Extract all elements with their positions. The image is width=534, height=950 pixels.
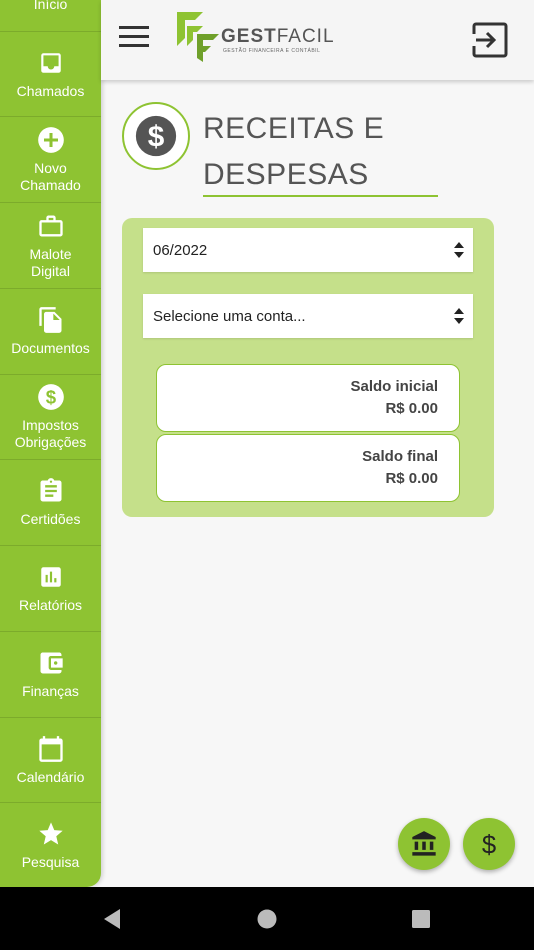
sidebar-item-malote-digital[interactable]: Malote Digital [0, 203, 101, 289]
star-icon [37, 820, 65, 848]
sidebar-item-label: Novo Chamado [20, 159, 81, 193]
system-nav-bar [0, 887, 534, 950]
sidebar-item-novo-chamado[interactable]: Novo Chamado [0, 117, 101, 203]
back-icon[interactable] [102, 908, 122, 930]
sidebar-item-certidoes[interactable]: Certidões [0, 460, 101, 546]
sidebar-item-documentos[interactable]: Documentos [0, 289, 101, 375]
bar-chart-icon [37, 563, 65, 591]
app-header: GESTFACIL GESTÃO FINANCEIRA E CONTÁBIL [101, 0, 534, 80]
logo-text: GESTFACIL [221, 26, 335, 47]
menu-icon[interactable] [119, 26, 149, 48]
sidebar-item-label: Início [33, 0, 68, 12]
sidebar-item-financas[interactable]: Finanças [0, 632, 101, 718]
final-balance-value: R$ 0.00 [385, 470, 438, 487]
sidebar-item-label: Documentos [11, 340, 90, 356]
page-title: RECEITAS E DESPESAS [203, 112, 385, 191]
sidebar-item-label: Chamados [16, 82, 85, 99]
sidebar-item-relatorios[interactable]: Relatórios [0, 546, 101, 632]
bank-icon [412, 831, 436, 856]
logo-tagline: GESTÃO FINANCEIRA E CONTÁBIL [223, 48, 321, 54]
sidebar-item-label: Certidões [20, 511, 81, 527]
svg-text:$: $ [148, 121, 165, 154]
sidebar-item-label: Relatórios [18, 597, 83, 613]
title-underline [203, 195, 438, 197]
app-root: Início Chamados Novo Chamado Malote Digi… [0, 0, 534, 950]
documents-icon [37, 306, 65, 334]
sidebar-item-label: Malote Digital [29, 245, 72, 279]
initial-balance-label: Saldo inicial [350, 378, 438, 395]
initial-balance-box: Saldo inicial R$ 0.00 [156, 364, 460, 432]
final-balance-label: Saldo final [362, 448, 438, 465]
period-select-value: 06/2022 [153, 241, 208, 259]
sidebar-item-calendario[interactable]: Calendário [0, 718, 101, 803]
sort-arrows-icon [454, 242, 464, 258]
sidebar-item-inicio[interactable]: Início [0, 0, 101, 32]
sidebar: Início Chamados Novo Chamado Malote Digi… [0, 0, 101, 887]
calendar-icon [37, 735, 65, 763]
sidebar-item-label: Pesquisa [21, 853, 80, 870]
sidebar-item-impostos[interactable]: $ Impostos Obrigações [0, 375, 101, 460]
logout-icon[interactable] [472, 22, 508, 58]
bank-fab-button[interactable] [398, 818, 450, 870]
wallet-icon [37, 649, 65, 677]
gestfacil-logo: GESTFACIL GESTÃO FINANCEIRA E CONTÁBIL [173, 8, 334, 66]
sidebar-item-label: Impostos Obrigações [14, 417, 87, 450]
title-dollar-icon: $ [122, 102, 190, 170]
sort-arrows-icon [454, 308, 464, 324]
clipboard-icon [37, 477, 65, 505]
svg-text:$: $ [45, 386, 56, 407]
dollar-icon: $ [482, 831, 496, 858]
period-select[interactable]: 06/2022 [143, 228, 473, 272]
filters-card: 06/2022 Selecione uma conta... Saldo ini… [122, 218, 494, 517]
dollar-fab-button[interactable]: $ [463, 818, 515, 870]
recents-icon[interactable] [411, 909, 431, 929]
sidebar-item-label: Finanças [22, 683, 79, 699]
sidebar-item-pesquisa[interactable]: Pesquisa [0, 803, 101, 887]
inbox-icon [37, 49, 65, 77]
dollar-circle-icon: $ [37, 383, 65, 411]
briefcase-icon [37, 212, 65, 240]
add-circle-icon [37, 126, 65, 154]
account-select[interactable]: Selecione uma conta... [143, 294, 473, 338]
svg-text:$: $ [482, 831, 496, 858]
final-balance-box: Saldo final R$ 0.00 [156, 434, 460, 502]
home-circle-icon[interactable] [257, 909, 277, 929]
sidebar-item-label: Calendário [16, 768, 85, 785]
sidebar-item-chamados[interactable]: Chamados [0, 32, 101, 117]
initial-balance-value: R$ 0.00 [385, 400, 438, 417]
account-select-value: Selecione uma conta... [153, 307, 306, 325]
